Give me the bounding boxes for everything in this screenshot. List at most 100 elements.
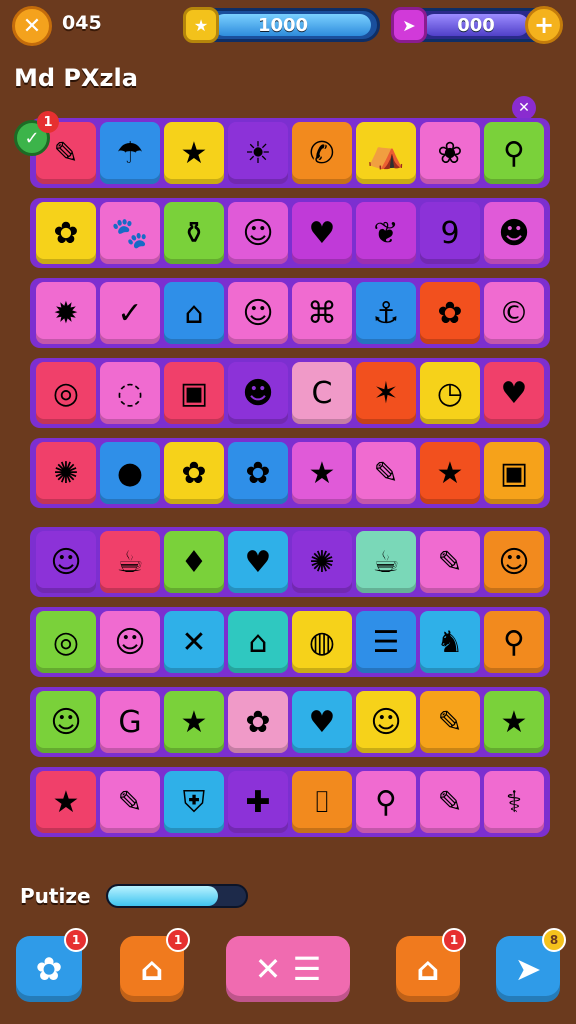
puzzle-tile[interactable]: ✿ — [228, 442, 288, 504]
puzzle-tile[interactable]: ★ — [420, 442, 480, 504]
add-gems-button[interactable]: + — [525, 6, 563, 44]
puzzle-tile[interactable]: ⚕ — [484, 771, 544, 833]
puzzle-tile[interactable]: ♥ — [292, 202, 352, 264]
puzzle-tile[interactable]: ✿ — [420, 282, 480, 344]
puzzle-tile[interactable]: ★ — [292, 442, 352, 504]
arrow-icon: ➤ — [391, 7, 427, 43]
puzzle-tile[interactable]: ✆ — [292, 122, 352, 184]
settings-button[interactable]: ✿ 1 — [16, 928, 88, 1002]
puzzle-tile[interactable]: ❦ — [356, 202, 416, 264]
puzzle-tile[interactable]: ▣ — [164, 362, 224, 424]
puzzle-tile[interactable]: ⌘ — [292, 282, 352, 344]
puzzle-tile[interactable]: ◍ — [292, 611, 352, 673]
puzzle-tile[interactable]: ✺ — [36, 442, 96, 504]
gem-bar: 000 ➤ + — [391, 6, 563, 44]
progress-label: Putize — [20, 884, 91, 908]
puzzle-tile[interactable]: ☕ — [356, 531, 416, 593]
puzzle-tile[interactable]: ❀ — [420, 122, 480, 184]
puzzle-tile[interactable]: ⌷ — [292, 771, 352, 833]
puzzle-tile[interactable]: ✎ — [100, 771, 160, 833]
puzzle-tile[interactable]: ✿ — [36, 202, 96, 264]
puzzle-tile[interactable]: ♥ — [228, 531, 288, 593]
puzzle-tile[interactable]: ☀ — [228, 122, 288, 184]
notification-badge: 1 — [64, 928, 88, 952]
check-icon[interactable]: ✓ 1 — [14, 111, 59, 156]
star-icon: ★ — [183, 7, 219, 43]
home-button[interactable]: ⌂ 1 — [120, 928, 190, 1002]
puzzle-tile[interactable]: ⌂ — [164, 282, 224, 344]
hint-button[interactable]: ➤ 8 — [496, 928, 566, 1002]
tile-row: ◎ ◌ ▣ ☻ C ✶ ◷ ♥ — [30, 358, 550, 428]
puzzle-tile[interactable]: ✓ — [100, 282, 160, 344]
level-title: Md PXzla — [14, 64, 138, 92]
puzzle-tile[interactable]: ✺ — [292, 531, 352, 593]
puzzle-tile[interactable]: ✿ — [228, 691, 288, 753]
arrow-icon: ➤ — [514, 950, 542, 988]
puzzle-tile[interactable]: ♞ — [420, 611, 480, 673]
puzzle-tile[interactable]: ☻ — [484, 202, 544, 264]
puzzle-tile[interactable]: G — [100, 691, 160, 753]
puzzle-tile[interactable]: ✚ — [228, 771, 288, 833]
puzzle-tile[interactable]: ✿ — [164, 442, 224, 504]
puzzle-tile[interactable]: ♥ — [484, 362, 544, 424]
puzzle-tile[interactable]: ▣ — [484, 442, 544, 504]
coin-icon[interactable]: ✕ — [12, 6, 52, 46]
puzzle-tile[interactable]: ☺ — [484, 531, 544, 593]
puzzle-tile[interactable]: ⚲ — [356, 771, 416, 833]
coin-count: 045 — [62, 12, 102, 34]
tile-row: ☺ ☕ ♦ ♥ ✺ ☕ ✎ ☺ — [30, 527, 550, 597]
gear-icon: ✿ — [35, 950, 63, 988]
puzzle-tile[interactable]: ✎ — [420, 531, 480, 593]
puzzle-tile[interactable]: © — [484, 282, 544, 344]
notification-badge: 1 — [166, 928, 190, 952]
puzzle-tile[interactable]: ✎ — [420, 691, 480, 753]
score-bar: 1000 ★ — [183, 7, 380, 43]
top-bar: ✕ 045 1000 ★ 000 ➤ + — [0, 0, 576, 52]
puzzle-tile[interactable]: C — [292, 362, 352, 424]
puzzle-tile[interactable]: ☻ — [228, 362, 288, 424]
puzzle-tile[interactable]: ☂ — [100, 122, 160, 184]
puzzle-tile[interactable]: ◷ — [420, 362, 480, 424]
puzzle-tile[interactable]: ⚱ — [164, 202, 224, 264]
puzzle-tile[interactable]: ⛨ — [164, 771, 224, 833]
puzzle-tile[interactable]: ✕ — [164, 611, 224, 673]
tile-row: ☺ G ★ ✿ ♥ ☺ ✎ ★ — [30, 687, 550, 757]
puzzle-tile[interactable]: ⚲ — [484, 611, 544, 673]
puzzle-tile[interactable]: ⚲ — [484, 122, 544, 184]
puzzle-tile[interactable]: ★ — [484, 691, 544, 753]
puzzle-tile[interactable]: ◎ — [36, 611, 96, 673]
puzzle-tile[interactable]: ☺ — [36, 691, 96, 753]
puzzle-tile[interactable]: ⚓ — [356, 282, 416, 344]
close-icon[interactable]: ✕ — [512, 96, 536, 120]
tile-row: ★ ✎ ⛨ ✚ ⌷ ⚲ ✎ ⚕ — [30, 767, 550, 837]
puzzle-tile[interactable]: ✎ — [356, 442, 416, 504]
puzzle-tile[interactable]: ● — [100, 442, 160, 504]
puzzle-tile[interactable]: ★ — [164, 691, 224, 753]
puzzle-tile[interactable]: ★ — [164, 122, 224, 184]
puzzle-tile[interactable]: ✶ — [356, 362, 416, 424]
puzzle-tile[interactable]: ◎ — [36, 362, 96, 424]
puzzle-tile[interactable]: ✹ — [36, 282, 96, 344]
puzzle-tile[interactable]: 9 — [420, 202, 480, 264]
shop-button[interactable]: ⌂ 1 — [396, 928, 466, 1002]
puzzle-tile[interactable]: ☺ — [356, 691, 416, 753]
puzzle-tile[interactable]: ⌂ — [228, 611, 288, 673]
puzzle-tile[interactable]: 🐾 — [100, 202, 160, 264]
puzzle-tile[interactable]: ✎ — [420, 771, 480, 833]
shuffle-button[interactable]: ✕ ☰ — [226, 936, 350, 1002]
notification-badge: 1 — [442, 928, 466, 952]
puzzle-tile[interactable]: ☕ — [100, 531, 160, 593]
puzzle-tile[interactable]: ☰ — [356, 611, 416, 673]
tile-board-bottom: ☺ ☕ ♦ ♥ ✺ ☕ ✎ ☺ ◎ ☺ ✕ ⌂ ◍ ☰ ♞ ⚲ ☺ G ★ ✿ ♥ ☺ ✎ ★ ★ ✎ ⛨ ✚ ⌷ ⚲ ✎ ⚕ — [30, 527, 550, 847]
puzzle-tile[interactable]: ◌ — [100, 362, 160, 424]
tile-row: ◎ ☺ ✕ ⌂ ◍ ☰ ♞ ⚲ — [30, 607, 550, 677]
puzzle-tile[interactable]: ☺ — [36, 531, 96, 593]
puzzle-tile[interactable]: ☺ — [100, 611, 160, 673]
puzzle-tile[interactable]: ♦ — [164, 531, 224, 593]
puzzle-tile[interactable]: ☺ — [228, 202, 288, 264]
puzzle-tile[interactable]: ☺ — [228, 282, 288, 344]
puzzle-tile[interactable]: ★ — [36, 771, 96, 833]
notification-badge: 8 — [542, 928, 566, 952]
puzzle-tile[interactable]: ⛺ — [356, 122, 416, 184]
puzzle-tile[interactable]: ♥ — [292, 691, 352, 753]
